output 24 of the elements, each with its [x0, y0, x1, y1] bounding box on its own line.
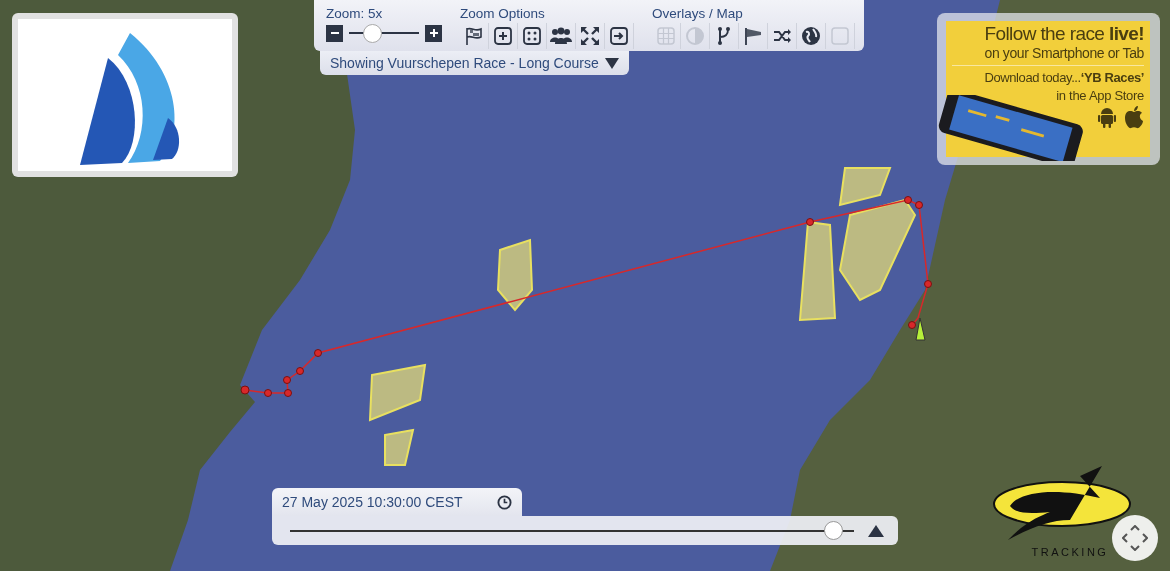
app-banner[interactable]: Follow the race live! on your Smartphone or Tab Download today...‘YB Races’ in the App Store [937, 13, 1160, 165]
time-slider[interactable] [290, 519, 854, 542]
group-icon[interactable] [547, 23, 576, 49]
banner-store-text: in the App Store [1056, 88, 1144, 103]
apple-icon [1124, 106, 1144, 129]
plus-icon [428, 28, 439, 38]
zoom-slider[interactable] [349, 23, 419, 43]
android-icon [1098, 106, 1116, 128]
zoom-out-button[interactable] [326, 24, 343, 42]
arrows-icon [1122, 525, 1148, 551]
triangle-icon [868, 524, 884, 537]
zone-area [368, 363, 427, 422]
caret-icon [604, 57, 619, 69]
overlays-title: Overlays / Map [652, 6, 744, 21]
clock-icon [497, 494, 512, 510]
zoom-in-button[interactable] [425, 24, 442, 42]
zoom-label: Zoom: 5x [326, 6, 384, 21]
banner-headline: Follow the race live! [984, 23, 1144, 45]
banner-download-text: Download today...‘YB Races’ [984, 70, 1144, 85]
time-text: 27 May 2025 10:30:00 CEST [282, 494, 463, 510]
boat-icon[interactable] [915, 317, 926, 341]
zoom-options-title: Zoom Options [460, 6, 546, 21]
race-selector[interactable]: Showing Vuurschepen Race - Long Course [320, 51, 629, 75]
banner-subline: on your Smartphone or Tab [984, 45, 1144, 61]
